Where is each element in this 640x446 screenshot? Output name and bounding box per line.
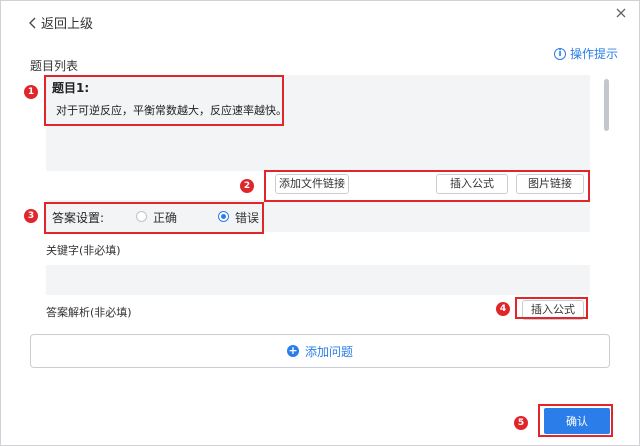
highlight-box-2 [264,170,590,202]
question-list-label: 题目列表 [30,59,79,73]
add-question-label: 添加问题 [304,344,353,359]
highlight-box-5 [538,404,613,437]
close-icon[interactable] [615,7,627,19]
annotation-badge-1: 1 [24,85,38,99]
annotation-badge-4: 4 [496,302,510,316]
tips-link[interactable]: i 操作提示 [554,45,618,62]
add-question-button[interactable]: + 添加问题 [30,334,610,368]
explanation-label: 答案解析(非必填) [46,306,132,319]
info-icon: i [554,47,566,60]
scrollbar-thumb[interactable] [604,79,609,131]
back-label: 返回上级 [41,17,94,32]
keywords-input[interactable] [46,265,590,295]
chevron-left-icon [29,17,36,28]
annotation-badge-5: 5 [514,416,528,430]
highlight-box-3 [44,202,264,234]
annotation-badge-3: 3 [24,209,38,223]
annotation-badge-2: 2 [240,179,254,193]
highlight-box-4 [515,297,588,319]
highlight-box-1 [44,75,284,126]
back-button[interactable]: 返回上级 [28,13,93,32]
tips-label: 操作提示 [570,47,619,61]
keywords-label: 关键字(非必填) [46,244,121,257]
plus-circle-icon: + [286,344,299,357]
